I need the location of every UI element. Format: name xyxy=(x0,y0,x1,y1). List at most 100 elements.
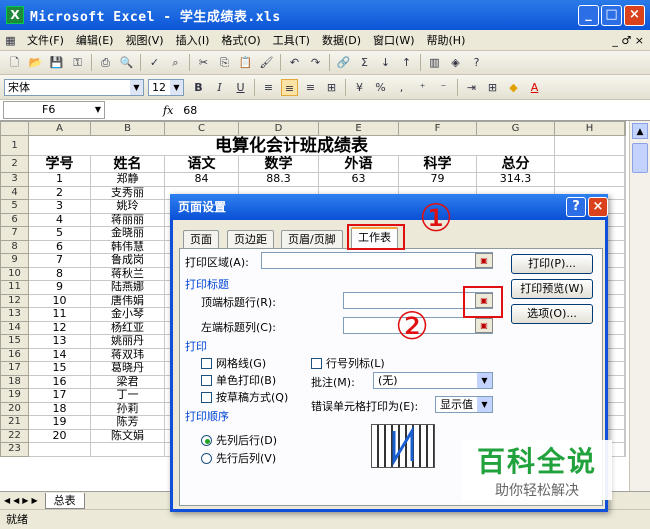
redo-icon[interactable]: ↷ xyxy=(307,54,324,71)
cell-student-name[interactable]: 梁君 xyxy=(90,374,165,389)
underline-button[interactable]: U xyxy=(232,79,249,96)
row-header[interactable]: 2 xyxy=(0,155,29,173)
row-header[interactable]: 1 xyxy=(0,135,29,156)
cell-student-id[interactable]: 10 xyxy=(28,293,91,308)
fill-color-icon[interactable]: ◆ xyxy=(505,79,522,96)
cell[interactable] xyxy=(624,428,626,443)
close-button[interactable]: × xyxy=(624,5,645,26)
dialog-close-button[interactable]: × xyxy=(588,197,608,217)
align-left-icon[interactable]: ≡ xyxy=(260,79,277,96)
row-header[interactable]: 6 xyxy=(0,212,29,227)
comma-icon[interactable]: , xyxy=(393,79,410,96)
cell-student-name[interactable]: 孙莉 xyxy=(90,401,165,416)
cell-student-id[interactable]: 18 xyxy=(28,401,91,416)
print-icon[interactable]: ⎙ xyxy=(97,54,114,71)
errors-select[interactable]: 显示值 ▼ xyxy=(435,396,493,413)
font-size-combo[interactable]: 12 ▼ xyxy=(148,78,184,96)
collapse-dialog-icon[interactable]: ▣ xyxy=(475,253,493,268)
currency-icon[interactable]: ¥ xyxy=(351,79,368,96)
name-box[interactable]: F6 ▼ xyxy=(3,101,105,119)
fx-icon[interactable]: fx xyxy=(163,104,173,117)
scroll-up-icon[interactable]: ▲ xyxy=(632,123,648,139)
row-header[interactable]: 13 xyxy=(0,307,29,322)
cell[interactable]: 88.3 xyxy=(238,172,319,187)
cell-student-id[interactable]: 13 xyxy=(28,334,91,349)
cell-student-id[interactable]: 11 xyxy=(28,307,91,322)
column-header[interactable]: B xyxy=(90,121,165,136)
cell-student-name[interactable]: 陈文娟 xyxy=(90,428,165,443)
cell[interactable] xyxy=(554,135,625,156)
row-header[interactable]: 12 xyxy=(0,293,29,308)
menu-tools[interactable]: 工具(T) xyxy=(267,32,316,48)
cell[interactable] xyxy=(624,199,626,214)
row-header[interactable]: 5 xyxy=(0,199,29,214)
tab-nav-icon[interactable]: ◀◀▶▶ xyxy=(4,496,41,505)
chart-wizard-icon[interactable]: ▥ xyxy=(426,54,443,71)
cell[interactable] xyxy=(624,334,626,349)
cell-student-name[interactable]: 金晓丽 xyxy=(90,226,165,241)
row-header[interactable]: 9 xyxy=(0,253,29,268)
autosum-icon[interactable]: Σ xyxy=(356,54,373,71)
menu-file[interactable]: 文件(F) xyxy=(21,32,70,48)
print-preview-button[interactable]: 打印预览(W) xyxy=(511,279,593,299)
cell[interactable]: 79 xyxy=(398,172,477,187)
comments-select[interactable]: (无) ▼ xyxy=(373,372,493,389)
cell-student-id[interactable]: 20 xyxy=(28,428,91,443)
row-header[interactable]: 22 xyxy=(0,428,29,443)
cell[interactable] xyxy=(554,172,625,187)
order-over-radio[interactable]: 先行后列(V) xyxy=(201,450,276,466)
cell-student-name[interactable]: 陆燕娜 xyxy=(90,280,165,295)
cell-student-id[interactable]: 12 xyxy=(28,320,91,335)
sort-desc-icon[interactable]: ↑ xyxy=(398,54,415,71)
italic-button[interactable]: I xyxy=(211,79,228,96)
row-header[interactable]: 10 xyxy=(0,266,29,281)
row-header[interactable]: 11 xyxy=(0,280,29,295)
print-preview-icon[interactable]: 🔍 xyxy=(118,54,135,71)
percent-icon[interactable]: % xyxy=(372,79,389,96)
header-cell[interactable]: 语文 xyxy=(164,155,239,173)
dialog-help-button[interactable]: ? xyxy=(566,197,586,217)
cell-student-id[interactable]: 17 xyxy=(28,388,91,403)
tab-header-footer[interactable]: 页眉/页脚 xyxy=(281,230,343,248)
header-cell[interactable]: 姓名 xyxy=(90,155,165,173)
cell[interactable] xyxy=(624,388,626,403)
sheet-tab-summary[interactable]: 总表 xyxy=(44,492,85,509)
cell-student-name[interactable]: 金小琴 xyxy=(90,307,165,322)
increase-decimal-icon[interactable]: ⁺ xyxy=(414,79,431,96)
print-button[interactable]: 打印(P)... xyxy=(511,254,593,274)
spelling-icon[interactable]: ✓ xyxy=(146,54,163,71)
research-icon[interactable]: ⌕ xyxy=(167,54,184,71)
row-col-headers-checkbox[interactable]: 行号列标(L) xyxy=(311,355,385,371)
help-icon[interactable]: ? xyxy=(468,54,485,71)
order-down-radio[interactable]: 先列后行(D) xyxy=(201,432,277,448)
cell[interactable]: 郑静 xyxy=(90,172,165,187)
cell[interactable] xyxy=(28,442,91,457)
cell[interactable] xyxy=(624,239,626,254)
cell[interactable] xyxy=(624,253,626,268)
cell-student-id[interactable]: 2 xyxy=(28,185,91,200)
cell-student-id[interactable]: 15 xyxy=(28,361,91,376)
cut-icon[interactable]: ✂ xyxy=(195,54,212,71)
row-header[interactable]: 18 xyxy=(0,374,29,389)
cell-student-id[interactable]: 14 xyxy=(28,347,91,362)
sheet-title-cell[interactable]: 电算化会计班成绩表 xyxy=(28,135,555,156)
row-header[interactable]: 3 xyxy=(0,172,29,187)
tab-page[interactable]: 页面 xyxy=(183,230,219,248)
cell[interactable] xyxy=(624,172,626,187)
scroll-thumb[interactable] xyxy=(632,143,648,173)
header-cell[interactable]: 数学 xyxy=(238,155,319,173)
cell[interactable]: 84 xyxy=(164,172,239,187)
doc-window-controls[interactable]: _ ♂ × xyxy=(606,34,650,47)
cell[interactable] xyxy=(624,266,626,281)
row-header[interactable]: 23 xyxy=(0,442,29,457)
cell[interactable]: 63 xyxy=(318,172,399,187)
tab-margins[interactable]: 页边距 xyxy=(227,230,274,248)
cell[interactable]: 1 xyxy=(28,172,91,187)
row-header[interactable]: 20 xyxy=(0,401,29,416)
cell[interactable] xyxy=(624,293,626,308)
collapse-dialog-icon[interactable]: ▣ xyxy=(475,318,493,333)
gridlines-checkbox[interactable]: 网格线(G) xyxy=(201,355,266,371)
column-header[interactable]: A xyxy=(28,121,91,136)
row-header[interactable]: 21 xyxy=(0,415,29,430)
permission-icon[interactable]: ⚿ xyxy=(69,54,86,71)
